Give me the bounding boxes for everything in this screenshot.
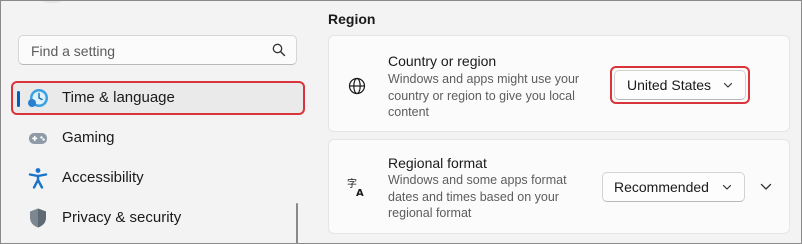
card-title: Country or region <box>388 53 497 69</box>
chevron-down-icon <box>722 184 732 190</box>
avatar <box>21 1 83 3</box>
sidebar-item-label: Gaming <box>62 129 115 146</box>
regional-format-dropdown[interactable]: Recommended <box>602 172 745 202</box>
sidebar-item-label: Time & language <box>62 89 175 106</box>
sidebar-item-gaming[interactable]: Gaming <box>11 121 305 155</box>
highlight-box <box>610 66 750 104</box>
country-region-card: Country or region Windows and apps might… <box>328 35 790 132</box>
accessibility-icon <box>28 168 48 189</box>
shield-icon <box>30 208 46 228</box>
sidebar-item-label: Privacy & security <box>62 209 182 226</box>
dropdown-value: Recommended <box>614 179 709 195</box>
language-format-icon: 字 A <box>347 177 364 197</box>
sidebar-scrollbar[interactable] <box>296 203 298 243</box>
svg-text:A: A <box>356 188 364 197</box>
sidebar-item-accessibility[interactable]: Accessibility <box>11 161 305 195</box>
regional-format-card: 字 A Regional format Windows and some app… <box>328 139 790 234</box>
settings-window: Time & language Gaming Accessibility Pri… <box>0 0 802 244</box>
sidebar-item-privacy-security[interactable]: Privacy & security <box>11 201 305 235</box>
card-description: Windows and some apps format dates and t… <box>388 173 567 220</box>
sidebar-item-label: Accessibility <box>62 169 144 186</box>
active-indicator <box>17 91 20 107</box>
globe-icon <box>348 77 366 95</box>
gamepad-icon <box>29 133 47 144</box>
search-icon[interactable] <box>272 43 286 57</box>
card-description: Windows and apps might use your country … <box>388 72 580 119</box>
search-box[interactable] <box>18 35 297 65</box>
section-title: Region <box>328 11 376 27</box>
card-title: Regional format <box>388 155 487 171</box>
search-input[interactable] <box>29 41 263 61</box>
expand-chevron-icon[interactable] <box>759 180 773 194</box>
sidebar-item-time-language[interactable]: Time & language <box>11 81 305 115</box>
time-language-icon <box>28 89 48 107</box>
